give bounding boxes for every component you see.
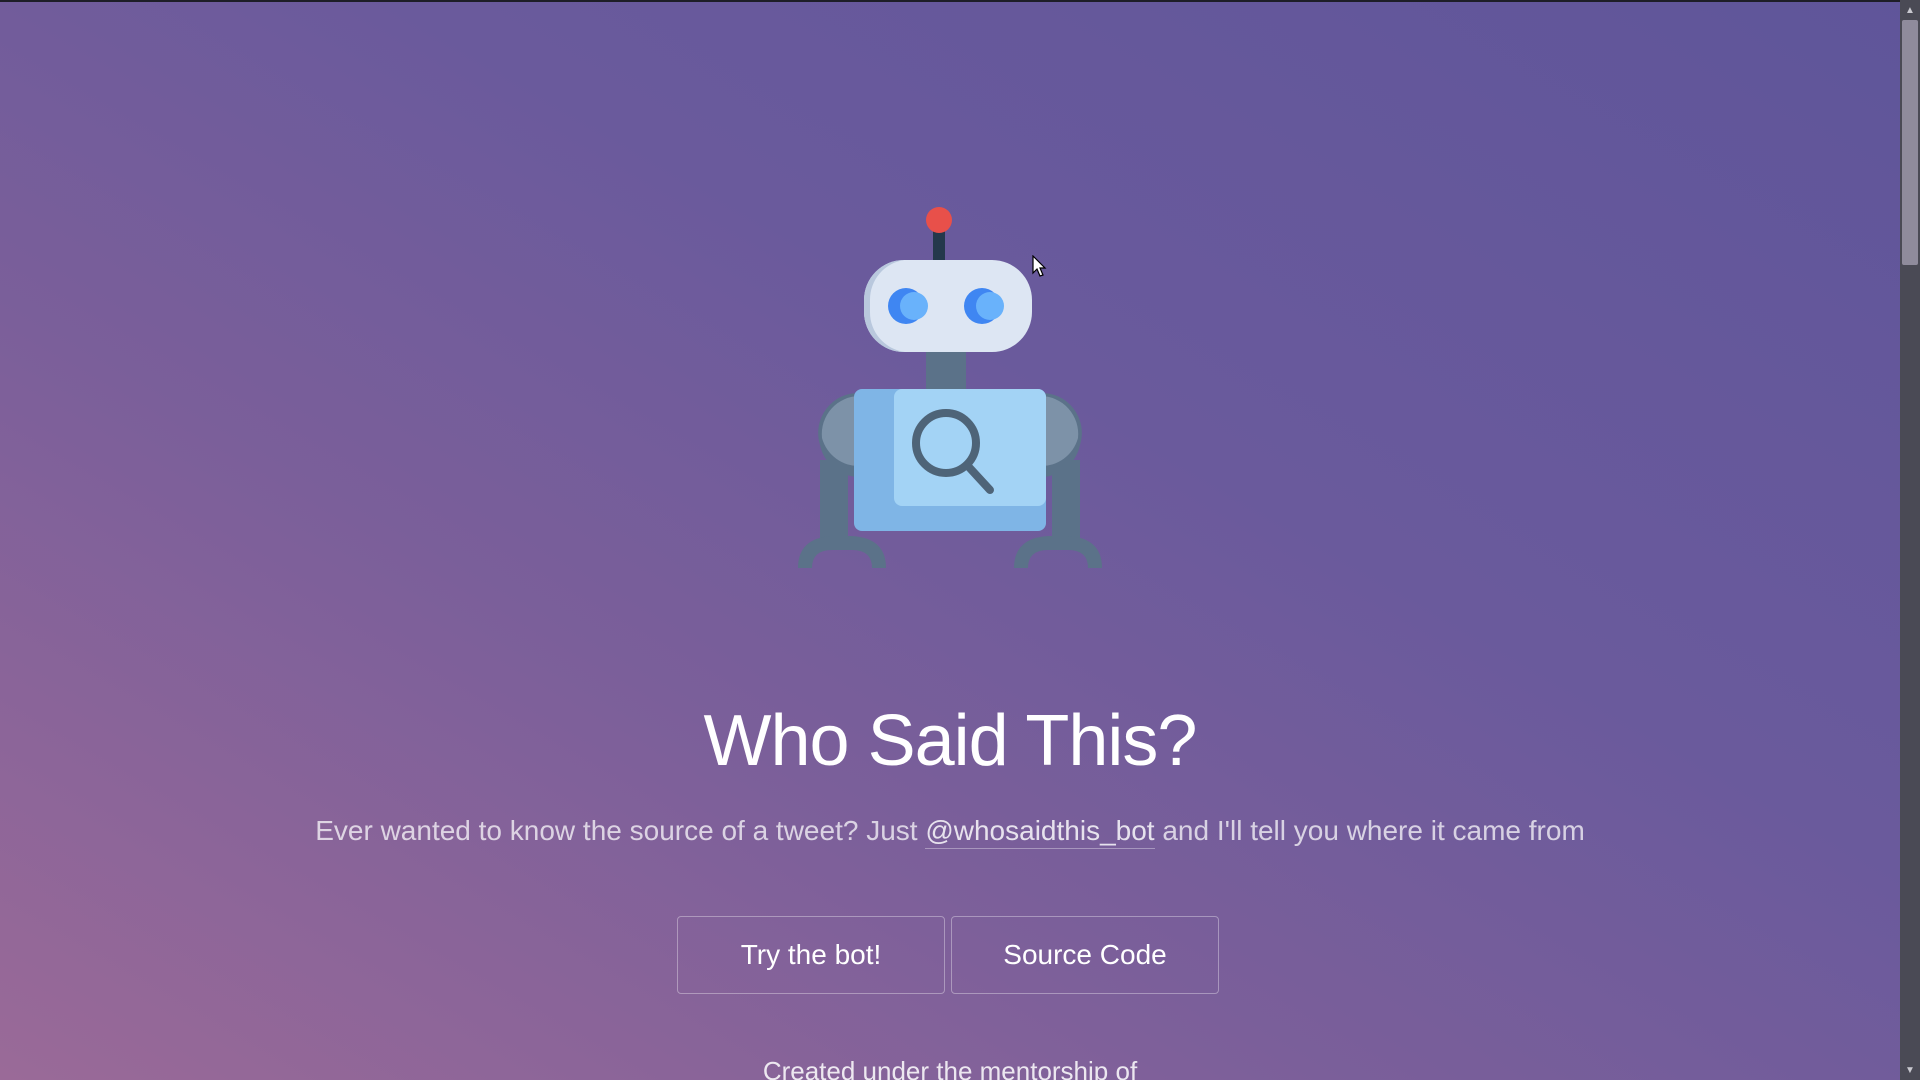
action-buttons: Try the bot! Source Code xyxy=(677,916,1219,994)
subtitle-text-after: and I'll tell you where it came from xyxy=(1154,815,1585,846)
vertical-scrollbar[interactable]: ▲ ▼ xyxy=(1900,0,1920,1080)
scroll-down-arrow-icon[interactable]: ▼ xyxy=(1900,1060,1920,1080)
robot-magnifier-illustration xyxy=(798,207,1102,568)
subtitle-text-before: Ever wanted to know the source of a twee… xyxy=(315,815,926,846)
mentorship-credit: Created under the mentorship of xyxy=(762,1056,1138,1080)
bot-handle-link[interactable]: @whosaidthis_bot xyxy=(925,815,1155,849)
source-code-button[interactable]: Source Code xyxy=(951,916,1219,994)
page-subtitle: Ever wanted to know the source of a twee… xyxy=(0,815,1900,849)
mouse-pointer-icon xyxy=(1032,255,1047,277)
scrollbar-thumb[interactable] xyxy=(1902,20,1918,265)
robot-antenna-ball xyxy=(926,207,952,233)
window-top-border xyxy=(0,0,1900,2)
scroll-up-arrow-icon[interactable]: ▲ xyxy=(1900,0,1920,20)
robot-neck xyxy=(926,352,966,392)
page-title: Who Said This? xyxy=(703,701,1198,781)
landing-page: Who Said This? Ever wanted to know the s… xyxy=(0,0,1900,1080)
try-the-bot-button[interactable]: Try the bot! xyxy=(677,916,945,994)
